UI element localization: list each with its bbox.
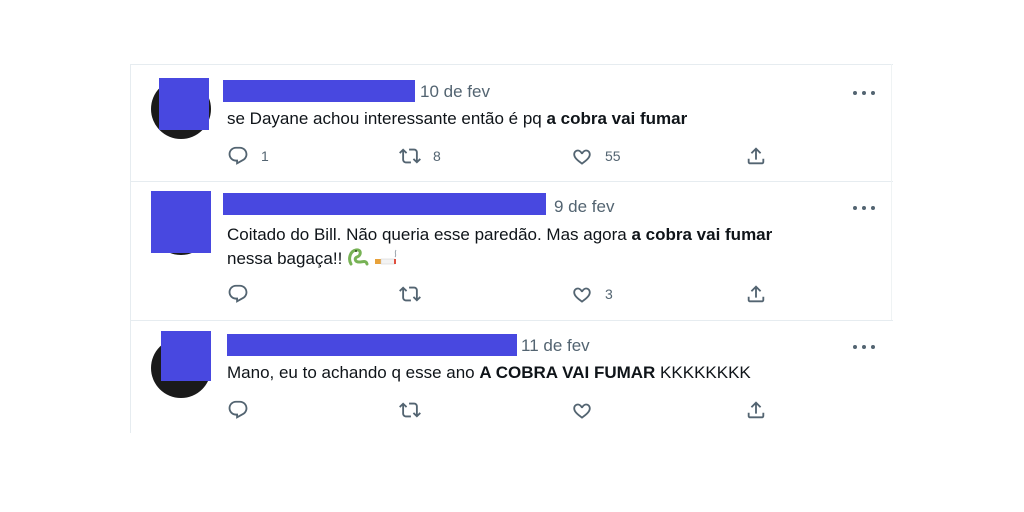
retweet-icon: [399, 283, 421, 305]
tweet-text-prefix: Mano, eu to achando q esse ano: [227, 363, 480, 382]
heart-icon: [571, 399, 593, 421]
tweet[interactable]: 11 de fev Mano, eu to achando q esse ano…: [131, 320, 893, 433]
tweet-actions: 3: [227, 282, 787, 306]
reply-button[interactable]: [227, 282, 261, 306]
retweet-icon: [399, 399, 421, 421]
tweet-text-suffix: KKKKKKKK: [655, 363, 751, 382]
more-icon[interactable]: [853, 341, 875, 353]
share-icon: [745, 399, 767, 421]
retweet-button[interactable]: 8: [399, 144, 441, 168]
tweet-actions: [227, 398, 787, 422]
tweet-text: se Dayane achou interessante então é pq …: [227, 107, 847, 131]
tweet[interactable]: 9 de fev Coitado do Bill. Não queria ess…: [131, 181, 893, 321]
more-icon[interactable]: [853, 87, 875, 99]
author-name-redaction: [227, 334, 517, 356]
like-button[interactable]: 3: [571, 282, 613, 306]
cigarette-icon: [374, 249, 398, 274]
share-button[interactable]: [745, 144, 767, 168]
reply-icon: [227, 283, 249, 305]
avatar-redaction: [161, 331, 211, 381]
snake-icon: [347, 247, 369, 274]
reply-button[interactable]: [227, 398, 261, 422]
like-count: 3: [605, 286, 613, 302]
share-button[interactable]: [745, 398, 767, 422]
heart-icon: [571, 145, 593, 167]
tweet-text: Mano, eu to achando q esse ano A COBRA V…: [227, 361, 847, 385]
retweet-icon: [399, 145, 421, 167]
author-name-redaction: [223, 193, 546, 215]
reply-count: 1: [261, 148, 269, 164]
reply-icon: [227, 399, 249, 421]
share-button[interactable]: [745, 282, 767, 306]
tweet-text: Coitado do Bill. Não queria esse paredão…: [227, 223, 847, 274]
tweet-text-bold: a cobra vai fumar: [546, 109, 688, 128]
tweet-date[interactable]: 10 de fev: [420, 82, 490, 102]
feed-border: [891, 64, 892, 320]
tweet-text-bold: a cobra vai fumar: [631, 225, 773, 244]
heart-icon: [571, 283, 593, 305]
reply-icon: [227, 145, 249, 167]
tweet-text-line2: nessa bagaça!!: [227, 249, 343, 268]
avatar-redaction: [151, 191, 211, 253]
tweet[interactable]: 10 de fev se Dayane achou interessante e…: [131, 65, 893, 182]
retweet-button[interactable]: [399, 282, 433, 306]
like-count: 55: [605, 148, 621, 164]
tweet-date[interactable]: 9 de fev: [554, 197, 615, 217]
tweet-date[interactable]: 11 de fev: [521, 336, 590, 356]
more-icon[interactable]: [853, 202, 875, 214]
retweet-button[interactable]: [399, 398, 433, 422]
author-name-redaction: [223, 80, 415, 102]
like-button[interactable]: [571, 398, 605, 422]
tweet-text-prefix: se Dayane achou interessante então é pq: [227, 109, 547, 128]
tweet-feed: 10 de fev se Dayane achou interessante e…: [130, 64, 893, 433]
tweet-actions: 1 8 55: [227, 144, 787, 168]
tweet-text-prefix: Coitado do Bill. Não queria esse paredão…: [227, 225, 632, 244]
reply-button[interactable]: 1: [227, 144, 269, 168]
like-button[interactable]: 55: [571, 144, 621, 168]
share-icon: [745, 145, 767, 167]
retweet-count: 8: [433, 148, 441, 164]
avatar-redaction: [159, 78, 209, 130]
tweet-text-bold: A COBRA VAI FUMAR: [479, 363, 656, 382]
share-icon: [745, 283, 767, 305]
